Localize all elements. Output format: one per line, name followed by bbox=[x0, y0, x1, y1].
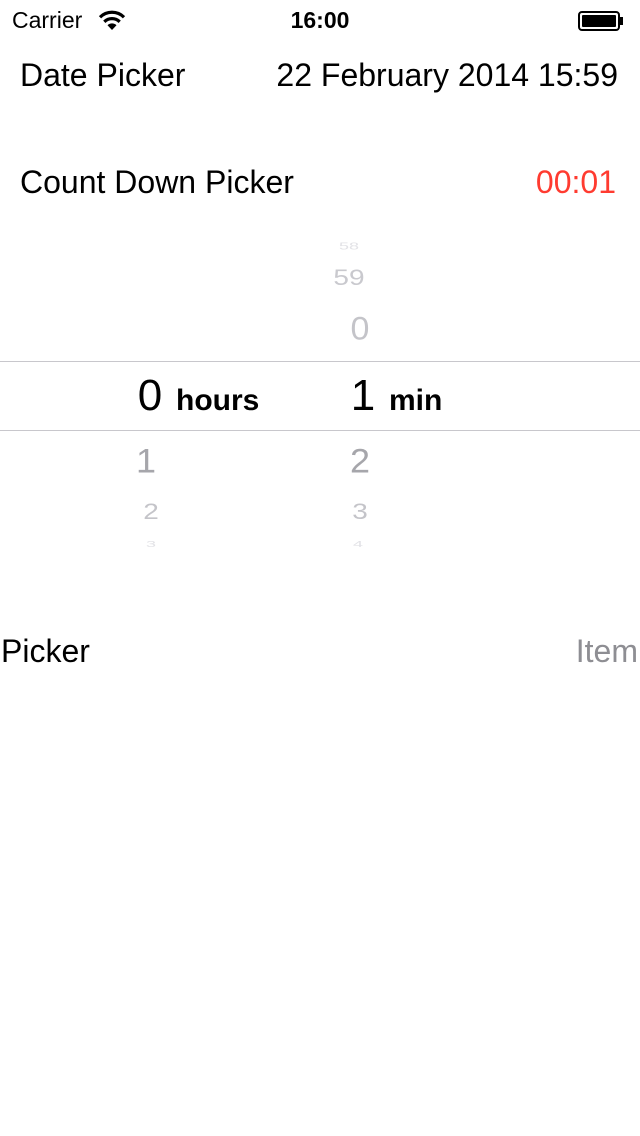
status-time: 16:00 bbox=[290, 7, 350, 33]
minutes-wheel-item[interactable]: 58 bbox=[319, 241, 379, 253]
selection-indicator-top bbox=[0, 361, 640, 362]
minutes-selected-value[interactable]: 1 bbox=[333, 371, 393, 421]
selection-indicator-bottom bbox=[0, 430, 640, 431]
date-picker-value[interactable]: 22 February 2014 15:59 bbox=[276, 56, 618, 94]
minutes-wheel-item[interactable]: 2 bbox=[330, 441, 390, 480]
hours-wheel-item[interactable]: 3 bbox=[121, 540, 181, 549]
countdown-wheel[interactable]: 58 59 0 0 hours 1 min 1 2 3 2 3 4 bbox=[0, 226, 640, 556]
picker-value[interactable]: Item bbox=[576, 632, 638, 670]
date-picker-label: Date Picker bbox=[20, 57, 186, 93]
hours-wheel-item[interactable]: 2 bbox=[121, 500, 181, 525]
minutes-wheel-item[interactable]: 59 bbox=[319, 266, 379, 291]
countdown-picker-label: Count Down Picker bbox=[20, 164, 294, 200]
battery-icon bbox=[578, 11, 623, 31]
picker-label: Picker bbox=[1, 633, 90, 669]
hours-selected-value[interactable]: 0 bbox=[120, 371, 180, 421]
screen: Carrier 16:00 Date Picker 22 February 20… bbox=[0, 0, 640, 1136]
minutes-wheel-item[interactable]: 0 bbox=[330, 311, 390, 348]
minutes-wheel-item[interactable]: 4 bbox=[328, 540, 388, 549]
status-bar: Carrier 16:00 bbox=[0, 0, 640, 40]
minutes-unit-label: min bbox=[389, 384, 443, 417]
hours-wheel-item[interactable]: 1 bbox=[116, 441, 176, 480]
countdown-picker-value[interactable]: 00:01 bbox=[536, 163, 616, 201]
hours-unit-label: hours bbox=[176, 384, 260, 417]
minutes-wheel-item[interactable]: 3 bbox=[330, 500, 390, 525]
